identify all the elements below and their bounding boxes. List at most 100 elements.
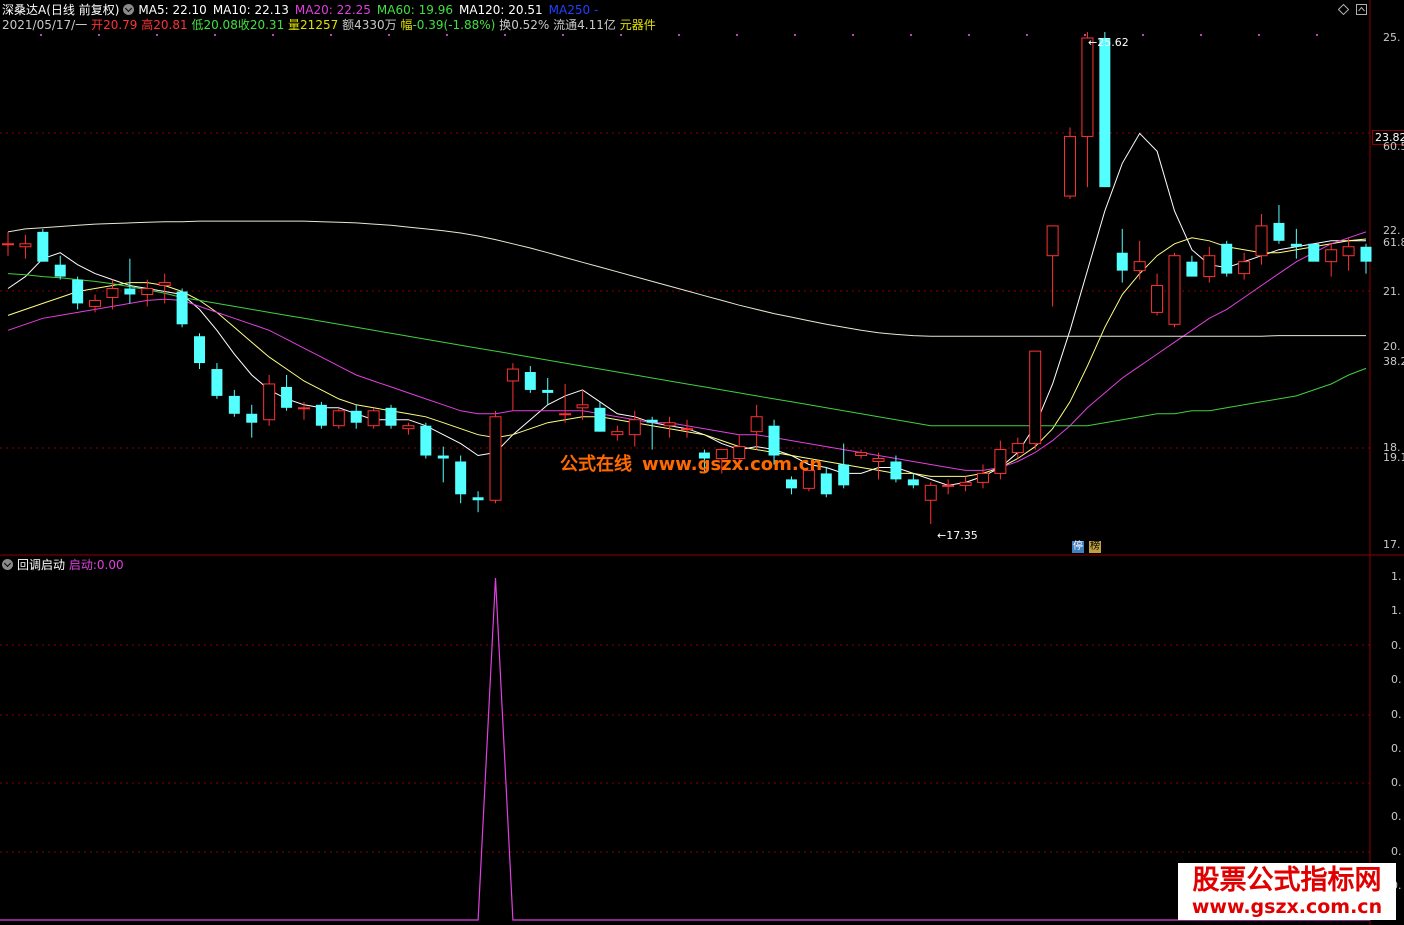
ma-legend-item[interactable]: MA250 - [549, 3, 599, 17]
price-axis-label: 61.8 [1383, 236, 1404, 249]
indicator-axis-label: 0. [1391, 673, 1402, 686]
candle [1168, 252, 1181, 328]
candle [506, 363, 519, 411]
top-dot [98, 34, 100, 36]
candle-body-up [959, 481, 972, 486]
chevron-up-icon[interactable] [1356, 4, 1367, 15]
top-dot [1316, 34, 1318, 36]
candle-body-up [19, 243, 32, 248]
candle [576, 389, 589, 420]
candle [297, 401, 310, 420]
ma-legend-item[interactable]: MA120: 20.51 [459, 3, 543, 17]
sector-label[interactable]: 元器件 [620, 18, 656, 32]
candle [332, 407, 345, 429]
list-tag[interactable]: 榜 [1089, 541, 1101, 553]
open-label: 开 [91, 18, 104, 32]
turn-value: 0.52% [511, 18, 550, 32]
candle-body-up [855, 452, 868, 457]
candle-body-down [437, 455, 449, 459]
top-dot [1142, 34, 1144, 36]
candle-body-up [1325, 249, 1338, 263]
chart-header-quote: 2021/05/17/一 开20.79 高20.81 低20.08收20.31 … [2, 17, 656, 33]
candle-body-up [2, 243, 14, 246]
candle [1116, 228, 1128, 283]
candle-body-up [663, 422, 676, 427]
candle [194, 333, 206, 370]
candle-body-up [924, 484, 937, 501]
candle-body-down [524, 372, 536, 390]
indicator-menu-icon[interactable] [2, 559, 13, 570]
candle [785, 476, 797, 495]
open-value: 20.79 [103, 18, 138, 32]
quote-date: 2021/05/17/一 [2, 18, 88, 32]
ma-legend-item[interactable]: MA60: 19.96 [377, 3, 453, 17]
candle-body-down [281, 386, 293, 408]
candle [54, 255, 66, 280]
indicator-axis-label: 1. [1391, 570, 1402, 583]
price-axis-label: 19.1 [1383, 451, 1404, 464]
ma-legend-item[interactable]: MA20: 22.25 [295, 3, 371, 17]
candle-body-up [1011, 443, 1024, 454]
top-dot [794, 34, 796, 36]
top-dot [1200, 34, 1202, 36]
ma20-line [7, 231, 1367, 471]
candle-body-up [367, 410, 380, 427]
candle [1133, 240, 1146, 280]
indicator-name[interactable]: 回调启动 [17, 558, 65, 572]
candle [350, 404, 362, 429]
candle [1221, 240, 1233, 277]
stock-name[interactable]: 深桑达A [2, 3, 46, 17]
candle-body-down [176, 291, 188, 325]
candle [1029, 350, 1042, 450]
turn-label: 换 [499, 18, 512, 32]
high-marker: ←25.62 [1088, 36, 1129, 49]
candle [1186, 255, 1198, 277]
candle [89, 294, 102, 313]
halt-tag[interactable]: 停 [1072, 541, 1084, 553]
chart-header-ma: 深桑达A(日线 前复权) MA5: 22.10 MA10: 22.13 MA20: 2… [2, 2, 604, 18]
candle [1290, 228, 1302, 259]
candle-body-down [246, 413, 258, 423]
low-price-label: 17.35 [946, 529, 978, 542]
candle-body-up [976, 472, 989, 483]
candle-body-up [332, 410, 345, 427]
ma-legend-item[interactable]: MA5: 22.10 [138, 3, 206, 17]
candle-body-up [263, 383, 276, 421]
candle [646, 416, 658, 450]
candle-body-up [506, 368, 519, 382]
candle-body-up [559, 413, 572, 416]
candle [628, 410, 641, 447]
price-axis-label: 60.5 [1383, 140, 1404, 153]
candle [924, 482, 937, 525]
float-label: 流通 [553, 18, 578, 32]
candle-body-up [141, 288, 154, 295]
candle [559, 383, 572, 423]
candle-body-down [542, 389, 554, 393]
price-axis-label: 17. [1383, 538, 1401, 551]
candle [176, 288, 188, 328]
top-dot [272, 34, 274, 36]
brand-watermark: 股票公式指标网 www.gszx.com.cn [1178, 863, 1396, 920]
top-dot [910, 34, 912, 36]
candle [1151, 273, 1164, 316]
candle-body-down [194, 336, 206, 364]
candle-body-down [838, 464, 850, 486]
dropdown-circle-icon[interactable] [123, 4, 135, 15]
candle [663, 416, 676, 438]
candle-body-down [890, 461, 902, 480]
indicator-header: 回调启动 启动:0.00 [2, 557, 124, 573]
candle [1011, 437, 1024, 459]
low-value: 20.08 [203, 18, 238, 32]
high-value: 20.81 [153, 18, 188, 32]
diamond-icon[interactable] [1338, 4, 1349, 15]
candle-body-up [1151, 285, 1164, 313]
candle-body-down [228, 395, 240, 414]
top-dot [852, 34, 854, 36]
top-dot [1258, 34, 1260, 36]
candle [976, 464, 989, 489]
period-label[interactable]: (日线 前复权) [46, 3, 119, 17]
candle [281, 375, 293, 411]
candle [890, 455, 902, 483]
ma-legend-item[interactable]: MA10: 22.13 [213, 3, 289, 17]
candle [994, 440, 1007, 480]
